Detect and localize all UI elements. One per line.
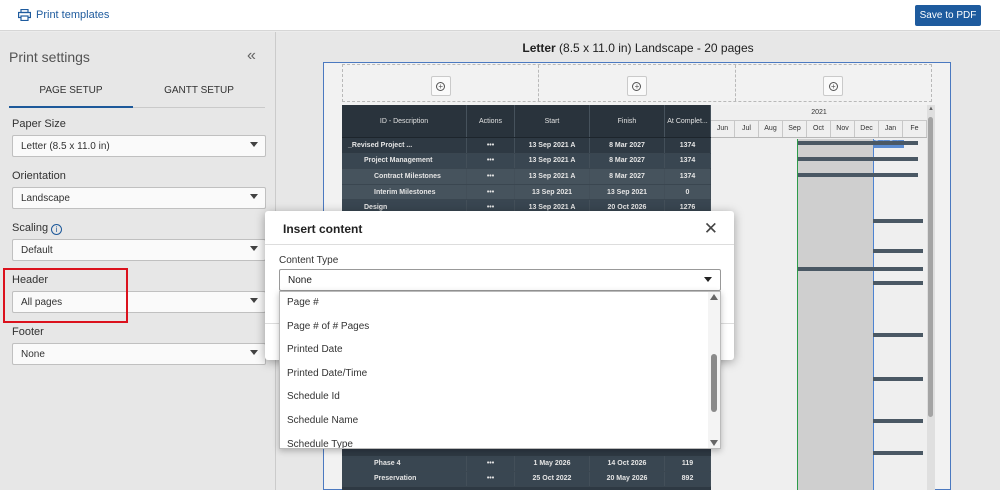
option-printed-date[interactable]: Printed Date: [280, 339, 708, 363]
option-page-number[interactable]: Page #: [280, 292, 708, 316]
option-schedule-id[interactable]: Schedule Id: [280, 386, 708, 410]
dropdown-scrollbar[interactable]: [708, 292, 720, 448]
print-templates-label: Print templates: [36, 9, 110, 21]
content-type-label: Content Type: [279, 255, 339, 266]
chevron-down-icon: [704, 277, 712, 282]
option-printed-date-time[interactable]: Printed Date/Time: [280, 363, 708, 387]
dialog-title: Insert content: [283, 222, 363, 236]
scroll-down-icon[interactable]: [710, 440, 718, 446]
option-schedule-type[interactable]: Schedule Type: [280, 434, 708, 448]
print-templates-link[interactable]: Print templates: [18, 9, 109, 21]
option-page-of-pages[interactable]: Page # of # Pages: [280, 316, 708, 340]
top-toolbar: Print templates Save to PDF: [0, 0, 1000, 31]
divider: [265, 244, 734, 245]
content-type-value: None: [288, 275, 312, 286]
content-type-select[interactable]: None: [279, 269, 721, 291]
content-type-options: Page # Page # of # Pages Printed Date Pr…: [279, 291, 721, 449]
option-schedule-name[interactable]: Schedule Name: [280, 410, 708, 434]
close-icon[interactable]: ✕: [704, 219, 718, 239]
scrollbar-thumb[interactable]: [711, 354, 717, 412]
printer-icon: [18, 9, 31, 21]
save-to-pdf-button[interactable]: Save to PDF: [915, 5, 981, 26]
scroll-up-icon[interactable]: [710, 294, 718, 300]
